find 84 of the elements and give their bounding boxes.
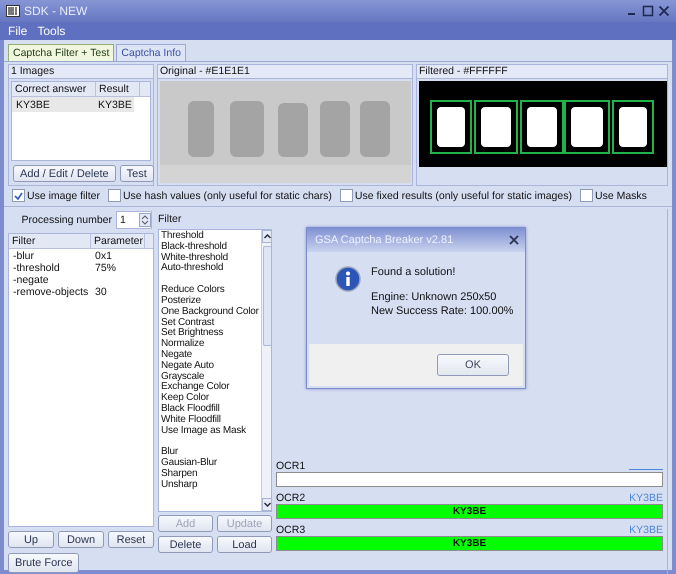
dialog-title: GSA Captcha Breaker v2.81 [315,234,454,246]
scroll-thumb[interactable] [262,246,271,346]
checkbox[interactable] [340,189,353,202]
list-item[interactable]: Auto-threshold [161,263,259,274]
tab[interactable]: Captcha Filter + Test [8,44,114,61]
table-cell-text: 30 [94,286,108,298]
checkbox[interactable] [12,189,25,202]
list-item[interactable]: Use Image as Mask [161,426,259,436]
list-item[interactable]: Grayscale [161,372,259,382]
table-row[interactable]: KY3BE KY3BE [12,97,134,112]
list-item[interactable]: Negate [161,350,259,361]
field-label: Processing number [22,214,112,226]
list-item[interactable]: Gausian-Blur [161,458,259,469]
field-label: OCR3 [276,524,306,536]
checkbox-label: Use Masks [594,190,647,202]
panel-title: Original - #E1E1E1 [158,65,412,79]
list-item[interactable]: One Background Color [161,306,259,318]
ok-button[interactable]: OK [437,354,509,376]
table-cell-text: 75% [94,262,118,274]
checkbox[interactable] [108,189,121,202]
list-item[interactable]: Set Brightness [161,328,259,340]
menu-item[interactable]: File [8,24,28,38]
message-text: New Success Rate: 100.00% [371,305,514,317]
spinner-arrows-icon[interactable] [139,213,151,227]
field-label: OCR2 [276,492,306,504]
ocr-field[interactable] [276,472,663,487]
button[interactable]: Reset [108,531,154,548]
column-header: Result [96,82,140,96]
column-header: Correct answer [12,82,96,96]
scroll-up-icon[interactable] [262,230,271,243]
table-cell-text: KY3BE [97,98,133,110]
info-icon [335,266,361,292]
list-item[interactable]: Black-threshold [161,242,259,253]
close-icon[interactable] [658,5,670,17]
menu-item[interactable]: Tools [37,24,66,38]
list-item[interactable]: Set Contrast [161,318,259,328]
list-item[interactable]: Negate Auto [161,360,259,372]
number-field[interactable]: 1 [116,211,152,229]
button[interactable]: Brute Force [8,553,80,573]
list-item[interactable]: White Floodfill [161,414,259,426]
list-item[interactable]: Black Floodfill [161,404,259,415]
table-cell-text: 0x1 [94,250,113,262]
button[interactable]: Delete [158,536,213,553]
list-item[interactable]: Posterize [161,296,259,307]
ocr-field[interactable]: KY3BE [276,504,663,519]
list-item[interactable]: Threshold [161,231,259,242]
list-item[interactable]: Unsharp [161,480,259,491]
tab[interactable]: Captcha Info [116,44,186,61]
message-text: Engine: Unknown 250x50 [371,291,498,303]
button[interactable]: Load [217,536,272,553]
checkbox-label: Use fixed results (only useful for static images) [354,190,572,202]
list-item[interactable]: Normalize [161,339,259,350]
table-cell-text: -remove-objects [12,286,90,298]
window-title: SDK - NEW [24,4,88,18]
check-icon [14,192,23,200]
message-heading: Found a solution! [371,266,456,278]
list-title: Filter [158,212,182,227]
scroll-down-icon[interactable] [262,498,271,511]
table-cell-text: -negate [12,274,50,286]
list-item[interactable]: Sharpen [161,468,259,480]
field-label: OCR1 [276,460,306,472]
list-item[interactable]: Reduce Colors [161,285,259,296]
checkbox[interactable] [580,189,593,202]
ocr-field[interactable]: KY3BE [276,536,663,551]
app-icon [6,5,20,17]
list-item[interactable]: Exchange Color [161,382,259,394]
checkbox-label: Use hash values (only useful for static chars) [122,190,332,202]
list-item[interactable]: Blur [161,447,259,458]
close-icon[interactable] [509,235,519,245]
button[interactable]: Up [8,531,54,548]
button[interactable]: Down [58,531,104,548]
maximize-icon[interactable] [642,5,654,17]
panel-title: Filtered - #FFFFFF [417,65,667,79]
list-item[interactable]: Keep Color [161,393,259,404]
button[interactable]: Test [120,165,154,182]
list-item[interactable]: White-threshold [161,252,259,264]
checkbox-label: Use image filter [27,190,100,202]
table-cell-text: -threshold [12,262,61,274]
column-header: Parameter [91,234,145,248]
table-cell-text: KY3BE [15,98,51,110]
table-cell-text: -blur [12,250,36,262]
column-header: Filter [9,234,91,248]
panel-title: 1 Images [9,65,153,79]
button[interactable]: Add / Edit / Delete [13,165,116,182]
